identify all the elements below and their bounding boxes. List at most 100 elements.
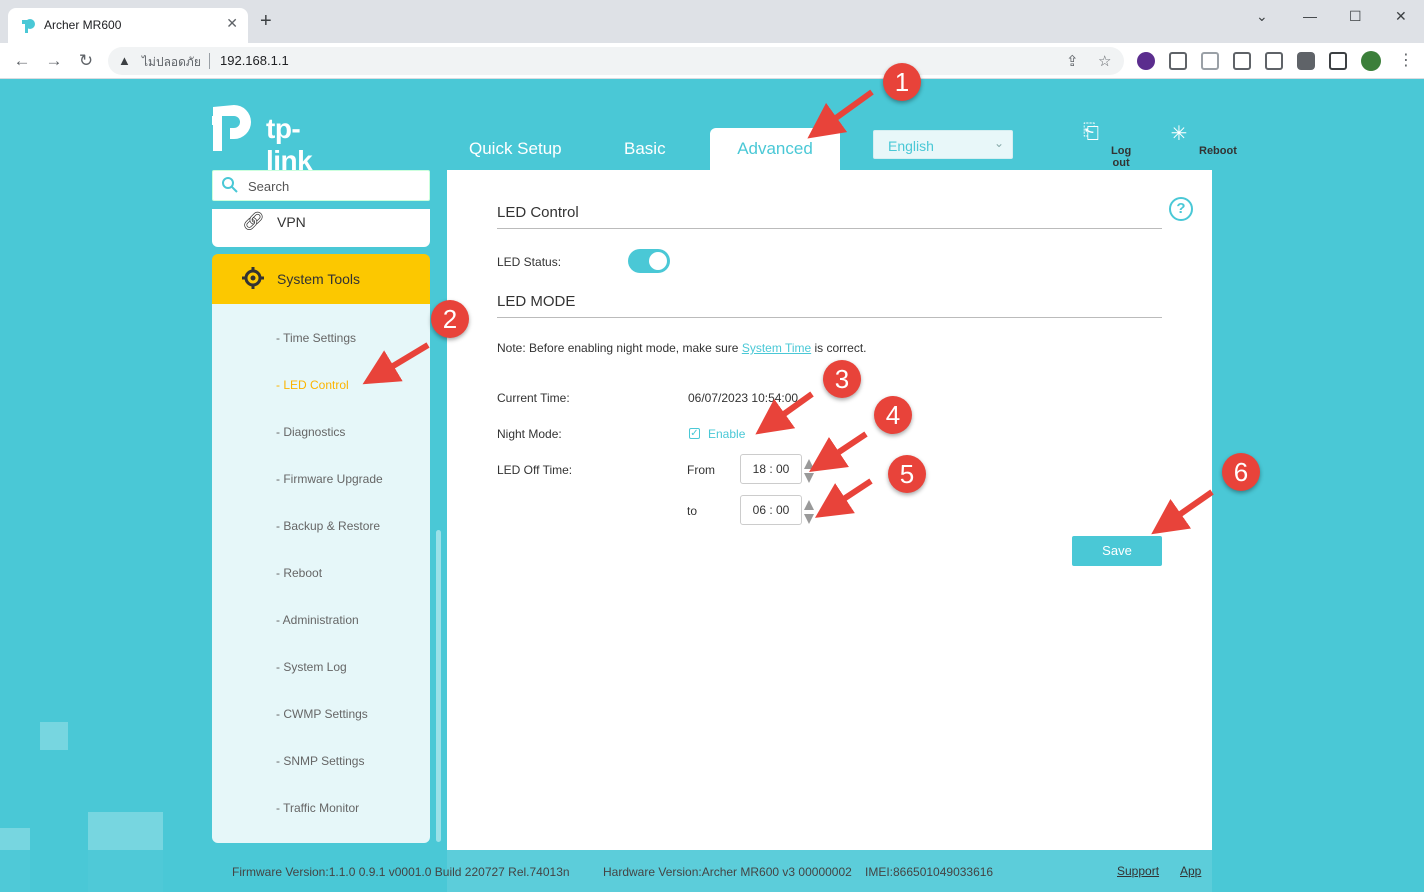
annotation-marker-3: 3: [823, 360, 861, 398]
submenu-item-diagnostics[interactable]: - Diagnostics: [276, 425, 345, 439]
language-select[interactable]: English ⌄: [873, 130, 1013, 159]
night-mode-note: Note: Before enabling night mode, make s…: [497, 341, 867, 355]
logout-icon: ⎗: [1083, 121, 1099, 143]
browser-tab[interactable]: Archer MR600 ✕: [8, 8, 248, 43]
from-label: From: [687, 463, 715, 477]
section-divider: [497, 228, 1162, 229]
gear-icon: [242, 267, 264, 289]
sidebar-item-label: VPN: [277, 214, 306, 230]
tplink-favicon-icon: [22, 19, 35, 33]
browser-toolbar: ← → ↻ ▲ ไม่ปลอดภัย 192.168.1.1 ⇪ ☆ ⋮: [0, 43, 1424, 79]
search-placeholder: Search: [248, 179, 290, 194]
tab-advanced-label: Advanced: [737, 139, 813, 158]
page-footer: Firmware Version:1.1.0 0.9.1 v0001.0 Bui…: [0, 850, 1424, 892]
background-decor: [40, 722, 68, 750]
logout-button[interactable]: ⎗ Log out: [1061, 121, 1131, 169]
share-icon[interactable]: ⇪: [1066, 52, 1079, 70]
annotation-marker-5: 5: [888, 455, 926, 493]
annotation-marker-2: 2: [431, 300, 469, 338]
forward-icon[interactable]: →: [44, 51, 64, 71]
section-title-led-control: LED Control: [497, 204, 579, 221]
capture-extension-icon[interactable]: [1265, 52, 1283, 70]
tab-basic[interactable]: Basic: [624, 139, 666, 159]
chevron-down-icon: ⌄: [994, 136, 1005, 150]
to-time-spinner-icon[interactable]: [804, 499, 814, 525]
tab-quick-setup[interactable]: Quick Setup: [469, 139, 562, 159]
url-text[interactable]: 192.168.1.1: [220, 53, 289, 68]
submenu-item-traffic-monitor[interactable]: - Traffic Monitor: [276, 801, 359, 815]
submenu-item-backup-restore[interactable]: - Backup & Restore: [276, 519, 380, 533]
toggle-knob: [649, 252, 667, 270]
reboot-label: Reboot: [1199, 145, 1237, 157]
help-icon[interactable]: ?: [1169, 197, 1193, 221]
reboot-button[interactable]: ✳ Reboot: [1149, 121, 1237, 157]
chevron-down-icon[interactable]: ⌄: [1256, 8, 1268, 25]
submenu-item-reboot[interactable]: - Reboot: [276, 566, 322, 580]
new-tab-icon[interactable]: +: [260, 11, 272, 31]
reboot-icon: ✳: [1170, 123, 1188, 145]
star-icon[interactable]: ☆: [1098, 52, 1111, 70]
edit-extension-icon[interactable]: [1233, 52, 1251, 70]
download-extension-icon[interactable]: [1137, 52, 1155, 70]
submenu-item-time-settings[interactable]: - Time Settings: [276, 331, 356, 345]
from-time-input[interactable]: 18 : 00: [740, 454, 802, 484]
screenshot-extension-icon[interactable]: [1169, 52, 1187, 70]
led-status-toggle[interactable]: [628, 249, 670, 273]
omnibox-divider: [209, 53, 210, 69]
cast-extension-icon[interactable]: [1201, 52, 1219, 70]
reload-icon[interactable]: ↻: [76, 51, 96, 71]
sidebar-item-vpn[interactable]: 🔗︎ VPN: [212, 209, 430, 247]
address-bar[interactable]: ▲ ไม่ปลอดภัย 192.168.1.1 ⇪ ☆: [108, 47, 1124, 75]
night-mode-label: Night Mode:: [497, 427, 562, 441]
note-prefix: Note: Before enabling night mode, make s…: [497, 341, 742, 355]
maximize-icon[interactable]: ☐: [1349, 8, 1362, 25]
more-menu-icon[interactable]: ⋮: [1398, 50, 1414, 70]
hardware-version: Hardware Version:Archer MR600 v3 0000000…: [603, 865, 852, 879]
tplink-logo-icon: [212, 105, 251, 151]
link-icon: 🔗︎: [242, 211, 265, 231]
language-value: English: [888, 138, 934, 154]
profile-avatar[interactable]: [1361, 51, 1381, 71]
from-time-spinner-icon[interactable]: [804, 458, 814, 484]
close-icon[interactable]: ✕: [226, 15, 238, 32]
security-label[interactable]: ไม่ปลอดภัย: [142, 53, 201, 72]
submenu-item-administration[interactable]: - Administration: [276, 613, 359, 627]
puzzle-icon[interactable]: [1297, 52, 1315, 70]
submenu-item-led-control[interactable]: - LED Control: [276, 378, 349, 392]
night-mode-checkbox[interactable]: ✓: [689, 428, 700, 439]
to-time-input[interactable]: 06 : 00: [740, 495, 802, 525]
warning-icon[interactable]: ▲: [118, 53, 131, 68]
search-input[interactable]: Search: [212, 170, 430, 201]
submenu-item-cwmp-settings[interactable]: - CWMP Settings: [276, 707, 368, 721]
annotation-marker-6: 6: [1222, 453, 1260, 491]
main-content-panel: ? LED Control LED Status: LED MODE Note:…: [447, 170, 1212, 892]
section-divider: [497, 317, 1162, 318]
save-button[interactable]: Save: [1072, 536, 1162, 566]
system-time-link[interactable]: System Time: [742, 341, 811, 355]
back-icon[interactable]: ←: [12, 51, 32, 71]
tab-advanced[interactable]: Advanced: [710, 128, 840, 170]
sidebar-item-system-tools[interactable]: System Tools: [212, 254, 430, 304]
sidebar-item-label: System Tools: [277, 271, 360, 287]
annotation-marker-4: 4: [874, 396, 912, 434]
submenu-item-system-log[interactable]: - System Log: [276, 660, 347, 674]
support-link[interactable]: Support: [1117, 864, 1159, 878]
current-time-value: 06/07/2023 10:54:00: [688, 391, 799, 405]
to-label: to: [687, 504, 698, 518]
logout-label: Log out: [1111, 145, 1132, 169]
app-link[interactable]: App: [1180, 864, 1201, 878]
tab-title: Archer MR600: [44, 18, 122, 32]
browser-tabstrip: Archer MR600 ✕ + ⌄ — ☐ ✕: [0, 0, 1424, 43]
side-panel-icon[interactable]: [1329, 52, 1347, 70]
window-close-icon[interactable]: ✕: [1395, 8, 1407, 25]
system-tools-submenu: - Time Settings - LED Control - Diagnost…: [212, 304, 430, 843]
brand-text: tp-link: [266, 113, 313, 176]
night-mode-enable-label[interactable]: Enable: [708, 427, 745, 441]
current-time-label: Current Time:: [497, 391, 570, 405]
section-title-led-mode: LED MODE: [497, 293, 576, 310]
submenu-item-firmware-upgrade[interactable]: - Firmware Upgrade: [276, 472, 383, 486]
submenu-item-snmp-settings[interactable]: - SNMP Settings: [276, 754, 364, 768]
sidebar-scrollbar[interactable]: [436, 530, 441, 842]
annotation-arrow: [807, 89, 874, 139]
minimize-icon[interactable]: —: [1303, 8, 1317, 24]
